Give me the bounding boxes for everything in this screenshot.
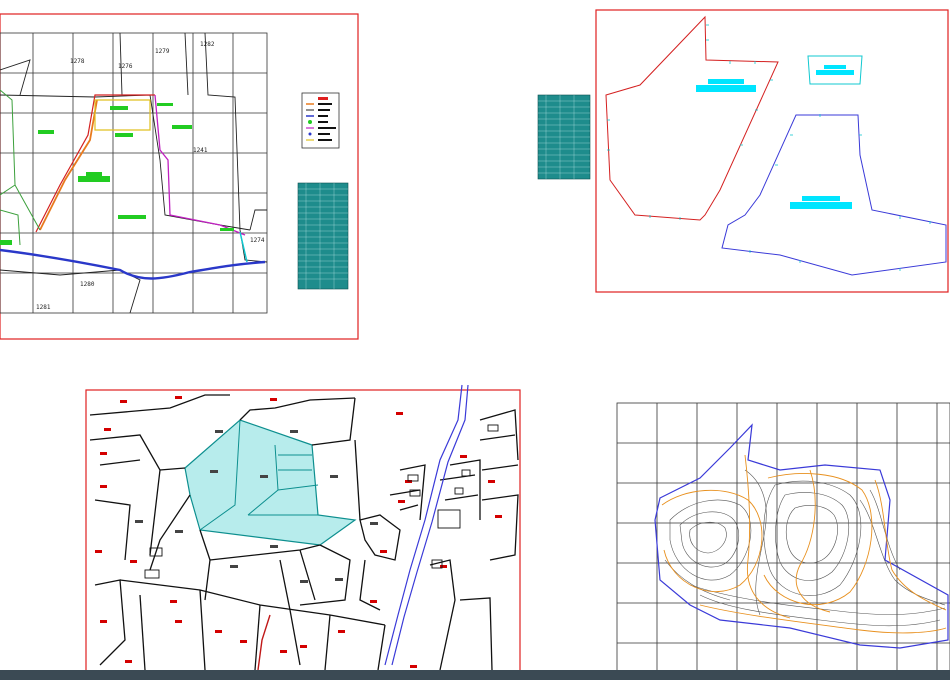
sheet-1-grid	[0, 32, 268, 314]
sheet-3-river-bank	[391, 384, 469, 666]
floating-coordinate-table	[537, 94, 591, 180]
sheet-4-contours-grey	[664, 469, 946, 627]
sheet-1-green-labels	[0, 103, 234, 245]
parcel-label: 1279	[155, 48, 170, 55]
parcel-label: 1282	[200, 41, 215, 48]
sheet-1-parcel-lines	[0, 32, 268, 314]
sheet-2-parcel-b	[721, 114, 947, 276]
sheet-1-route-magenta	[154, 94, 246, 236]
sheet-1-coordinate-table	[297, 182, 349, 290]
sheet-4-site-boundary	[654, 423, 949, 649]
cad-drawing-canvas[interactable]: 1278 1276 1279 1282 1241 1274 1280 1281	[0, 0, 950, 680]
sheet-2-cyan-labels	[696, 65, 854, 209]
sheet-2-frame	[595, 9, 949, 293]
parcel-label: 1241	[193, 147, 208, 154]
parcel-label: 1278	[70, 58, 85, 65]
sheet-1-route-orange	[39, 99, 98, 231]
status-bar	[0, 670, 950, 680]
parcel-label: 1280	[80, 281, 95, 288]
sheet-1-route-yellow	[94, 99, 151, 131]
parcel-label: 1281	[36, 304, 51, 311]
sheet-1-legend	[301, 92, 340, 149]
sheet-3-red-road	[257, 614, 271, 671]
sheet-1-frame	[0, 13, 359, 340]
sheet-1-road-blue	[0, 248, 266, 280]
sheet-2-boundary-plan[interactable]	[595, 9, 949, 293]
parcel-label: 1274	[250, 237, 265, 244]
sheet-1-parcel-plan[interactable]: 1278 1276 1279 1282 1241 1274 1280 1281	[0, 13, 359, 340]
sheet-4-contours-orange	[661, 454, 947, 634]
sheet-4-contour-map[interactable]	[616, 402, 950, 674]
sheet-3-highlighted-parcel	[184, 419, 357, 546]
parcel-label: 1276	[118, 63, 133, 70]
sheet-2-parcel-a	[605, 15, 779, 221]
sheet-1-parcel-numbers: 1278 1276 1279 1282 1241 1274 1280 1281	[36, 41, 265, 311]
sheet-3-cadastral-map[interactable]	[85, 384, 521, 676]
sheet-1-route-cyan	[239, 231, 248, 263]
